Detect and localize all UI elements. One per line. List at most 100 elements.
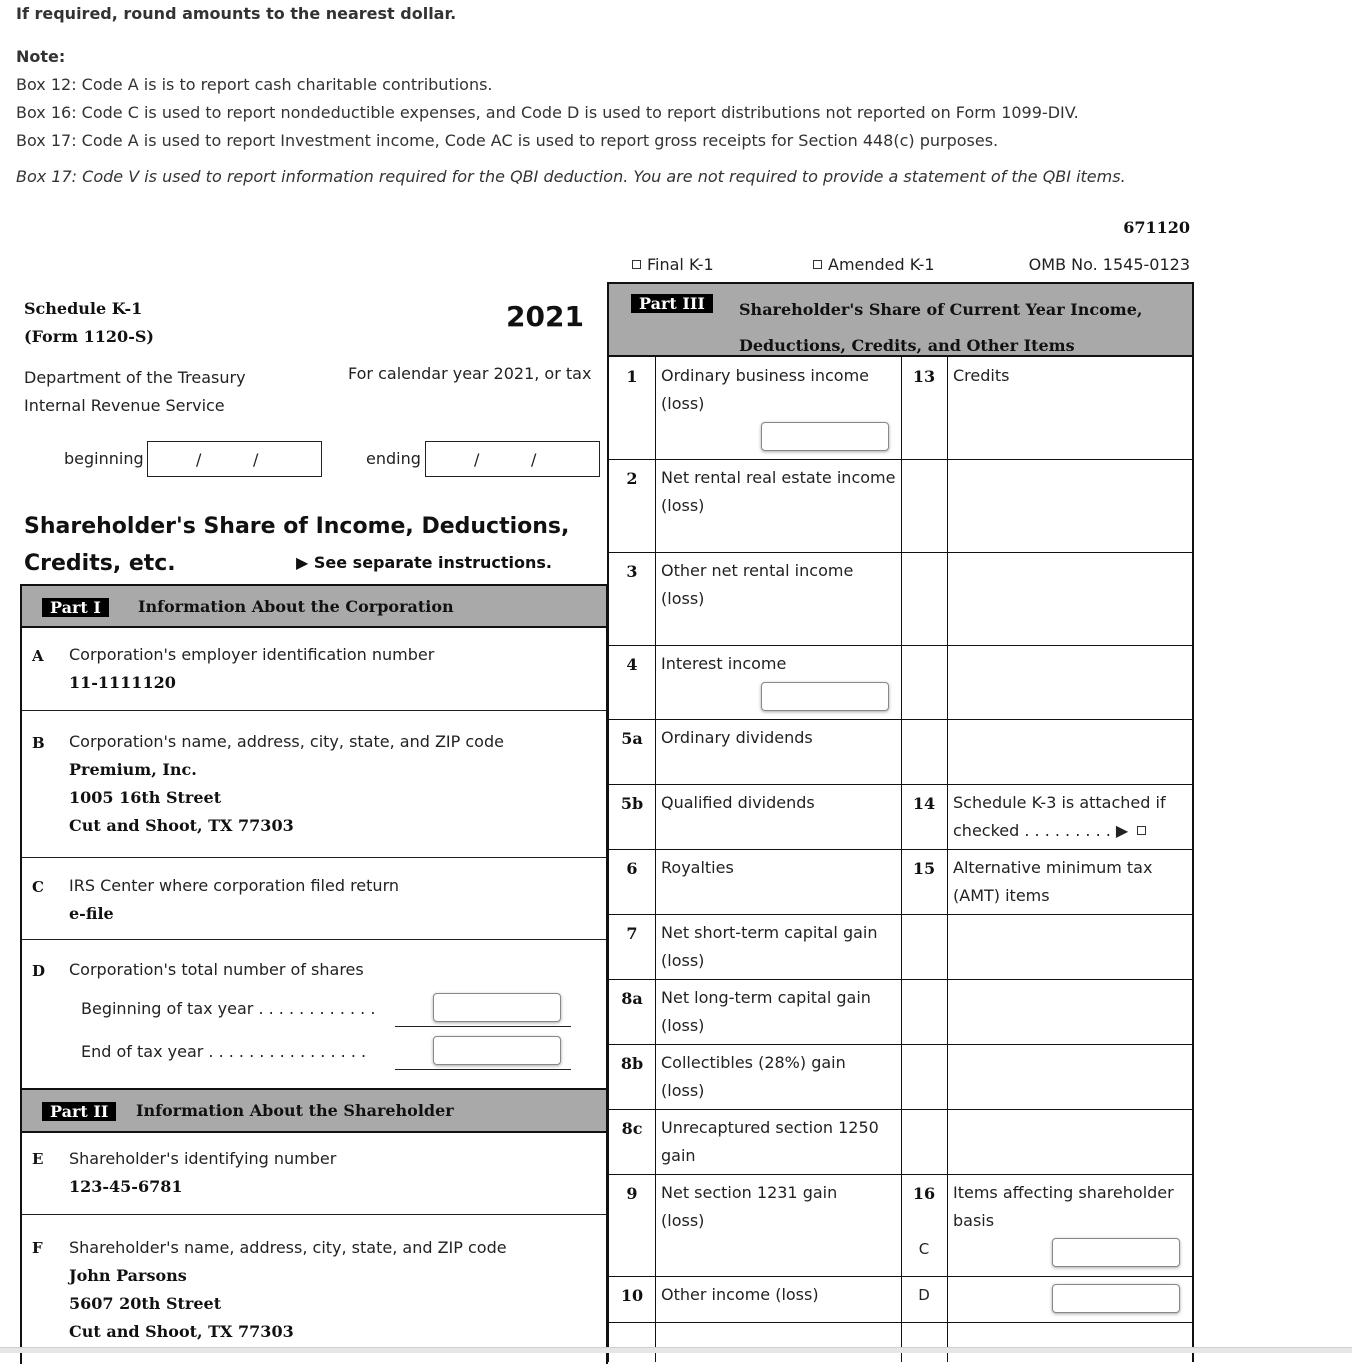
final-k1-checkbox[interactable] (632, 260, 641, 269)
code-d: D (918, 1286, 930, 1304)
line-description: Other income (loss) (661, 1285, 819, 1304)
line-description: Qualified dividends (661, 793, 815, 812)
desc-line2: (loss) (661, 951, 705, 970)
part2-title: Information About the Shareholder (136, 1101, 454, 1120)
credits-label: Credits (953, 366, 1010, 385)
amended-k1-checkbox[interactable] (813, 260, 822, 269)
corp-address-label: Corporation's name, address, city, state… (69, 732, 504, 751)
corp-city: Cut and Shoot, TX 77303 (69, 816, 294, 835)
final-k1-option[interactable]: Final K-1 (632, 255, 714, 274)
part3-panel: Part III Shareholder's Share of Current … (607, 282, 1194, 1362)
desc-line1: Net rental real estate income (661, 468, 896, 487)
line-number: 8b (620, 1054, 644, 1073)
ein-label: Corporation's employer identification nu… (69, 645, 435, 664)
row-divider (901, 1276, 1194, 1277)
schedule-title: Schedule K-1 (Form 1120-S) (24, 295, 154, 351)
desc-line1: Alternative minimum tax (953, 858, 1153, 877)
line-description: Net long-term capital gain (loss) (661, 984, 871, 1040)
department: Department of the Treasury Internal Reve… (24, 364, 246, 420)
section-f: F Shareholder's name, address, city, sta… (22, 1215, 606, 1365)
shares-end-input[interactable] (433, 1036, 561, 1065)
horizontal-scrollbar[interactable] (0, 1347, 1352, 1353)
desc-line2: (loss) (661, 1016, 705, 1035)
row-divider (609, 459, 901, 460)
row-divider (609, 552, 901, 553)
shareholder-name: John Parsons (69, 1266, 187, 1285)
line-description: Ordinary business income (loss) (661, 362, 869, 418)
underline (395, 1026, 571, 1027)
section-e: E Shareholder's identifying number 123-4… (22, 1133, 606, 1215)
row-divider (901, 552, 1194, 553)
section-letter: C (32, 878, 44, 896)
part3-label: Part III (631, 294, 713, 313)
row-divider (609, 914, 901, 915)
row-divider (901, 979, 1194, 980)
row-divider (609, 784, 901, 785)
part3-title: Shareholder's Share of Current Year Inco… (739, 292, 1142, 364)
line-number: 2 (626, 469, 638, 488)
section-b: B Corporation's name, address, city, sta… (22, 711, 606, 858)
row-divider (901, 645, 1194, 646)
row-divider (609, 1276, 901, 1277)
line-number: 14 (912, 794, 936, 813)
beginning-label: beginning (64, 449, 144, 468)
row-divider (901, 719, 1194, 720)
row-divider (609, 1322, 901, 1323)
shareholder-street: 5607 20th Street (69, 1294, 222, 1313)
corp-name: Premium, Inc. (69, 760, 197, 779)
section-letter: E (32, 1150, 44, 1168)
code-c-input[interactable] (1052, 1238, 1180, 1267)
interest-income-input[interactable] (761, 682, 889, 711)
ordinary-business-income-input[interactable] (761, 422, 889, 451)
irs-center-value: e-file (69, 904, 114, 923)
underline (395, 1069, 571, 1070)
note-box12: Box 12: Code A is is to report cash char… (16, 75, 493, 94)
desc-line2: (loss) (661, 1081, 705, 1100)
see-instructions: ▶ See separate instructions. (296, 553, 552, 572)
line-number: 9 (626, 1184, 638, 1203)
shares-beginning-input[interactable] (433, 993, 561, 1022)
line-number: 16 (912, 1184, 936, 1203)
line-number: 8a (621, 989, 643, 1008)
row-divider (609, 719, 901, 720)
form-title-line1: Shareholder's Share of Income, Deduction… (24, 514, 570, 539)
irs-center-label: IRS Center where corporation filed retur… (69, 876, 399, 895)
line-number: 4 (626, 655, 638, 674)
shares-end-label: End of tax year . . . . . . . . . . . . … (81, 1042, 367, 1061)
desc-line2: (loss) (661, 394, 705, 413)
ending-date-field[interactable]: / / (425, 441, 600, 477)
row-divider (609, 645, 901, 646)
line-description: Unrecaptured section 1250 gain (661, 1114, 879, 1170)
shareholder-address: John Parsons 5607 20th Street Cut and Sh… (69, 1262, 294, 1346)
shareholder-city: Cut and Shoot, TX 77303 (69, 1322, 294, 1341)
line-description: Net short-term capital gain (loss) (661, 919, 878, 975)
ending-label: ending (366, 449, 421, 468)
section-letter: B (32, 734, 45, 752)
part3-title-line2: Deductions, Credits, and Other Items (739, 336, 1075, 355)
department-line1: Department of the Treasury (24, 368, 246, 387)
corp-address: Premium, Inc. 1005 16th Street Cut and S… (69, 756, 294, 840)
desc-line1: Net long-term capital gain (661, 988, 871, 1007)
line-description: Royalties (661, 858, 734, 877)
line-number: 8c (621, 1119, 643, 1138)
omb-number: OMB No. 1545-0123 (1028, 255, 1190, 274)
shareholder-basis-label: Items affecting shareholder basis (953, 1179, 1174, 1235)
amended-k1-option[interactable]: Amended K-1 (813, 255, 935, 274)
note-box17: Box 17: Code A is used to report Investm… (16, 131, 999, 150)
line-number: 6 (626, 859, 638, 878)
beginning-date-field[interactable]: / / (147, 441, 322, 477)
desc-line1: Net short-term capital gain (661, 923, 878, 942)
line-number: 3 (626, 562, 638, 581)
schedule-k3-checkbox[interactable] (1137, 826, 1147, 835)
part1-title: Information About the Corporation (138, 597, 454, 616)
date-separator: / (196, 450, 202, 469)
row-divider (901, 1044, 1194, 1045)
row-divider (609, 849, 901, 850)
desc-line2: basis (953, 1211, 995, 1230)
code-d-input[interactable] (1052, 1284, 1180, 1313)
desc-line1: Collectibles (28%) gain (661, 1053, 846, 1072)
note-qbi: Box 17: Code V is used to report informa… (16, 167, 1126, 186)
line-number: 7 (626, 924, 638, 943)
row-divider (901, 914, 1194, 915)
row-divider (901, 849, 1194, 850)
